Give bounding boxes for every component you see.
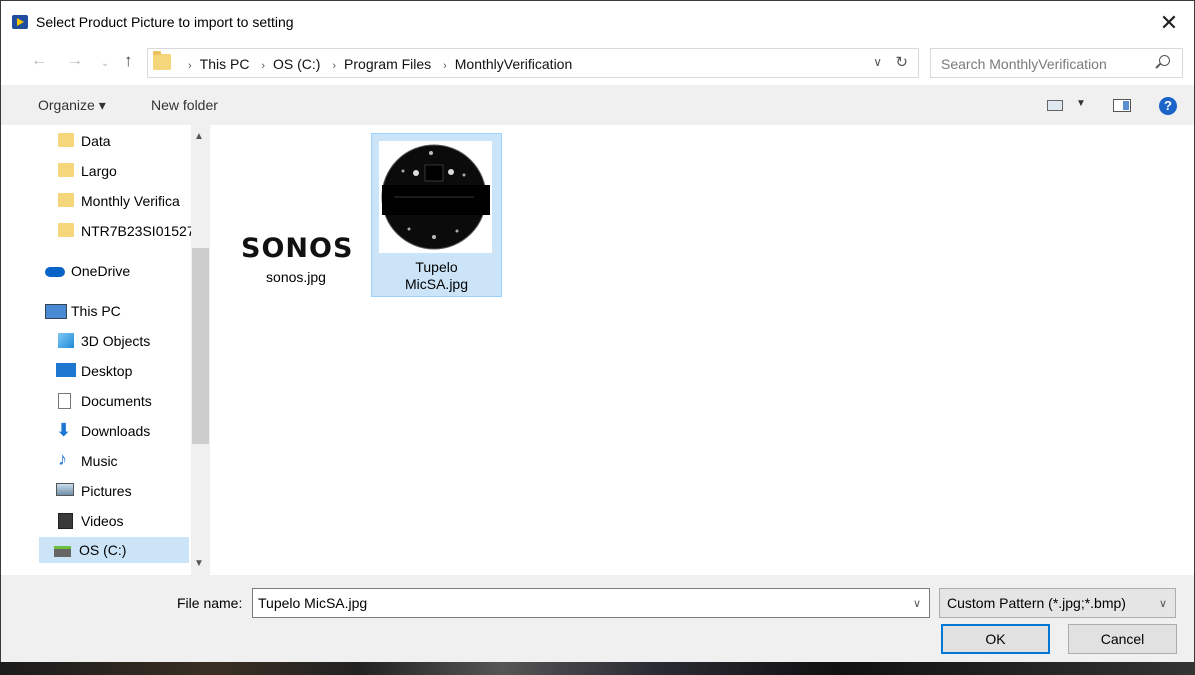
window-title: Select Product Picture to import to sett… xyxy=(36,14,294,30)
nav-item-downloads[interactable]: ⬇ Downloads xyxy=(1,418,191,444)
nav-item-this-pc[interactable]: This PC xyxy=(1,298,191,324)
sonos-thumbnail: SONOS xyxy=(241,233,354,264)
nav-item-label: Documents xyxy=(81,393,152,409)
nav-item-label: OS (C:) xyxy=(79,542,127,558)
chevron-right-icon: › xyxy=(188,60,192,72)
up-arrow-icon[interactable]: ↑ xyxy=(124,51,133,71)
file-name-field[interactable]: Tupelo MicSA.jpg ∨ xyxy=(252,588,930,618)
desktop-icon xyxy=(56,363,76,377)
music-icon: ♪ xyxy=(58,449,67,469)
chevron-down-icon[interactable]: ∨ xyxy=(873,55,882,69)
nav-item-label: Largo xyxy=(81,163,117,179)
nav-item-ntr-folder[interactable]: NTR7B23SI01527 xyxy=(1,218,195,244)
file-name-value: Tupelo MicSA.jpg xyxy=(258,595,368,611)
nav-item-label: 3D Objects xyxy=(81,333,151,349)
close-icon[interactable]: ✕ xyxy=(1154,9,1184,37)
nav-item-videos[interactable]: Videos xyxy=(1,508,191,534)
folder-icon xyxy=(58,223,74,237)
file-name-line-1: Tupelo xyxy=(415,259,458,275)
nav-item-monthly-verification[interactable]: Monthly Verifica xyxy=(1,188,191,214)
chevron-right-icon: › xyxy=(443,60,447,72)
view-dropdown-chevron-icon[interactable]: ▼ xyxy=(1076,98,1086,109)
new-folder-button[interactable]: New folder xyxy=(151,97,218,113)
breadcrumb-os-c[interactable]: OS (C:) xyxy=(273,56,320,72)
scroll-down-icon[interactable]: ▼ xyxy=(194,558,204,569)
file-name: sonos.jpg xyxy=(266,269,326,285)
nav-item-pictures[interactable]: Pictures xyxy=(1,478,191,504)
nav-item-label: Music xyxy=(81,453,118,469)
file-name-label-text: File name: xyxy=(177,595,243,611)
back-arrow-icon[interactable]: ← xyxy=(31,52,47,70)
folder-icon xyxy=(58,133,74,147)
download-icon: ⬇ xyxy=(56,420,72,440)
nav-item-largo[interactable]: Largo xyxy=(1,158,191,184)
file-list: SONOS sonos.jpg Tupelo MicSA.jpg xyxy=(214,125,1194,575)
nav-item-label: Monthly Verifica xyxy=(81,193,180,209)
scroll-up-icon[interactable]: ▲ xyxy=(194,131,204,142)
navigation-pane: Data Largo Monthly Verifica NTR7B23SI015… xyxy=(1,125,214,575)
nav-item-documents[interactable]: Documents xyxy=(1,388,191,414)
ok-button[interactable]: OK xyxy=(941,624,1050,654)
recent-locations-chevron-icon[interactable]: ⌄ xyxy=(101,58,109,69)
nav-item-label: Videos xyxy=(81,513,124,529)
product-image xyxy=(381,144,490,250)
tupelo-micsa-thumbnail xyxy=(379,141,492,253)
chevron-down-icon[interactable]: ∨ xyxy=(1159,597,1167,610)
search-placeholder: Search MonthlyVerification xyxy=(941,56,1107,72)
file-type-value: Custom Pattern (*.jpg;*.bmp) xyxy=(947,595,1126,611)
folder-icon xyxy=(58,163,74,177)
cloud-icon xyxy=(45,267,65,277)
forward-arrow-icon[interactable]: → xyxy=(67,52,83,70)
breadcrumb: › This PC › OS (C:) › Program Files › Monthl… xyxy=(180,56,572,72)
organize-button[interactable]: Organize ▾ xyxy=(38,97,106,114)
nav-item-label: OneDrive xyxy=(71,263,131,279)
computer-icon xyxy=(45,304,67,319)
nav-item-label: This PC xyxy=(71,303,121,319)
nav-item-data[interactable]: Data xyxy=(1,128,191,154)
app-icon xyxy=(12,15,28,29)
preview-pane-icon[interactable] xyxy=(1113,99,1131,112)
search-icon[interactable] xyxy=(1159,55,1170,66)
dialog-footer: File name: Tupelo MicSA.jpg ∨ Custom Pat… xyxy=(1,575,1194,663)
videos-icon xyxy=(58,513,73,529)
title-bar: Select Product Picture to import to sett… xyxy=(1,1,1194,45)
nav-item-3d-objects[interactable]: 3D Objects xyxy=(1,328,191,354)
folder-icon xyxy=(58,193,74,207)
breadcrumb-monthly-verification[interactable]: MonthlyVerification xyxy=(455,56,573,72)
cube-icon xyxy=(58,333,74,348)
documents-icon xyxy=(58,393,71,409)
help-icon[interactable]: ? xyxy=(1159,97,1177,115)
file-open-dialog: Select Product Picture to import to sett… xyxy=(0,0,1195,663)
file-type-select[interactable]: Custom Pattern (*.jpg;*.bmp) ∨ xyxy=(939,588,1176,618)
chevron-down-icon[interactable]: ∨ xyxy=(913,597,921,610)
chevron-right-icon: › xyxy=(332,60,337,72)
search-input[interactable]: Search MonthlyVerification xyxy=(930,48,1183,78)
command-bar: Organize ▾ New folder ▼ ? xyxy=(1,85,1194,125)
file-name-label: File name: xyxy=(177,595,242,611)
nav-item-label: Desktop xyxy=(81,363,133,379)
file-name-line-2: MicSA.jpg xyxy=(404,276,469,292)
cancel-button[interactable]: Cancel xyxy=(1068,624,1177,654)
nav-item-label: Pictures xyxy=(81,483,132,499)
chevron-right-icon: › xyxy=(261,60,266,72)
background-taskbar-strip xyxy=(0,662,1195,675)
breadcrumb-program-files[interactable]: Program Files xyxy=(344,56,431,72)
nav-item-desktop[interactable]: Desktop xyxy=(1,358,191,384)
change-view-icon[interactable] xyxy=(1047,100,1063,111)
refresh-icon[interactable]: ↻ xyxy=(895,53,908,71)
breadcrumb-this-pc[interactable]: This PC xyxy=(200,56,250,72)
nav-item-label: Downloads xyxy=(81,423,151,439)
nav-item-os-c[interactable]: OS (C:) xyxy=(39,537,189,563)
nav-item-music[interactable]: ♪ Music xyxy=(1,448,191,474)
pictures-icon xyxy=(56,483,74,496)
nav-scrollbar-thumb[interactable] xyxy=(192,248,209,444)
folder-icon xyxy=(153,51,171,70)
nav-item-label: Data xyxy=(81,133,111,149)
file-item-tupelo-micsa[interactable]: Tupelo MicSA.jpg xyxy=(371,133,502,297)
drive-icon xyxy=(54,546,71,557)
nav-item-label: NTR7B23SI01527 xyxy=(81,223,195,239)
file-item-sonos[interactable]: SONOS sonos.jpg xyxy=(230,135,362,295)
address-bar[interactable]: › This PC › OS (C:) › Program Files › Monthl… xyxy=(147,48,919,78)
nav-item-onedrive[interactable]: OneDrive xyxy=(1,258,191,284)
